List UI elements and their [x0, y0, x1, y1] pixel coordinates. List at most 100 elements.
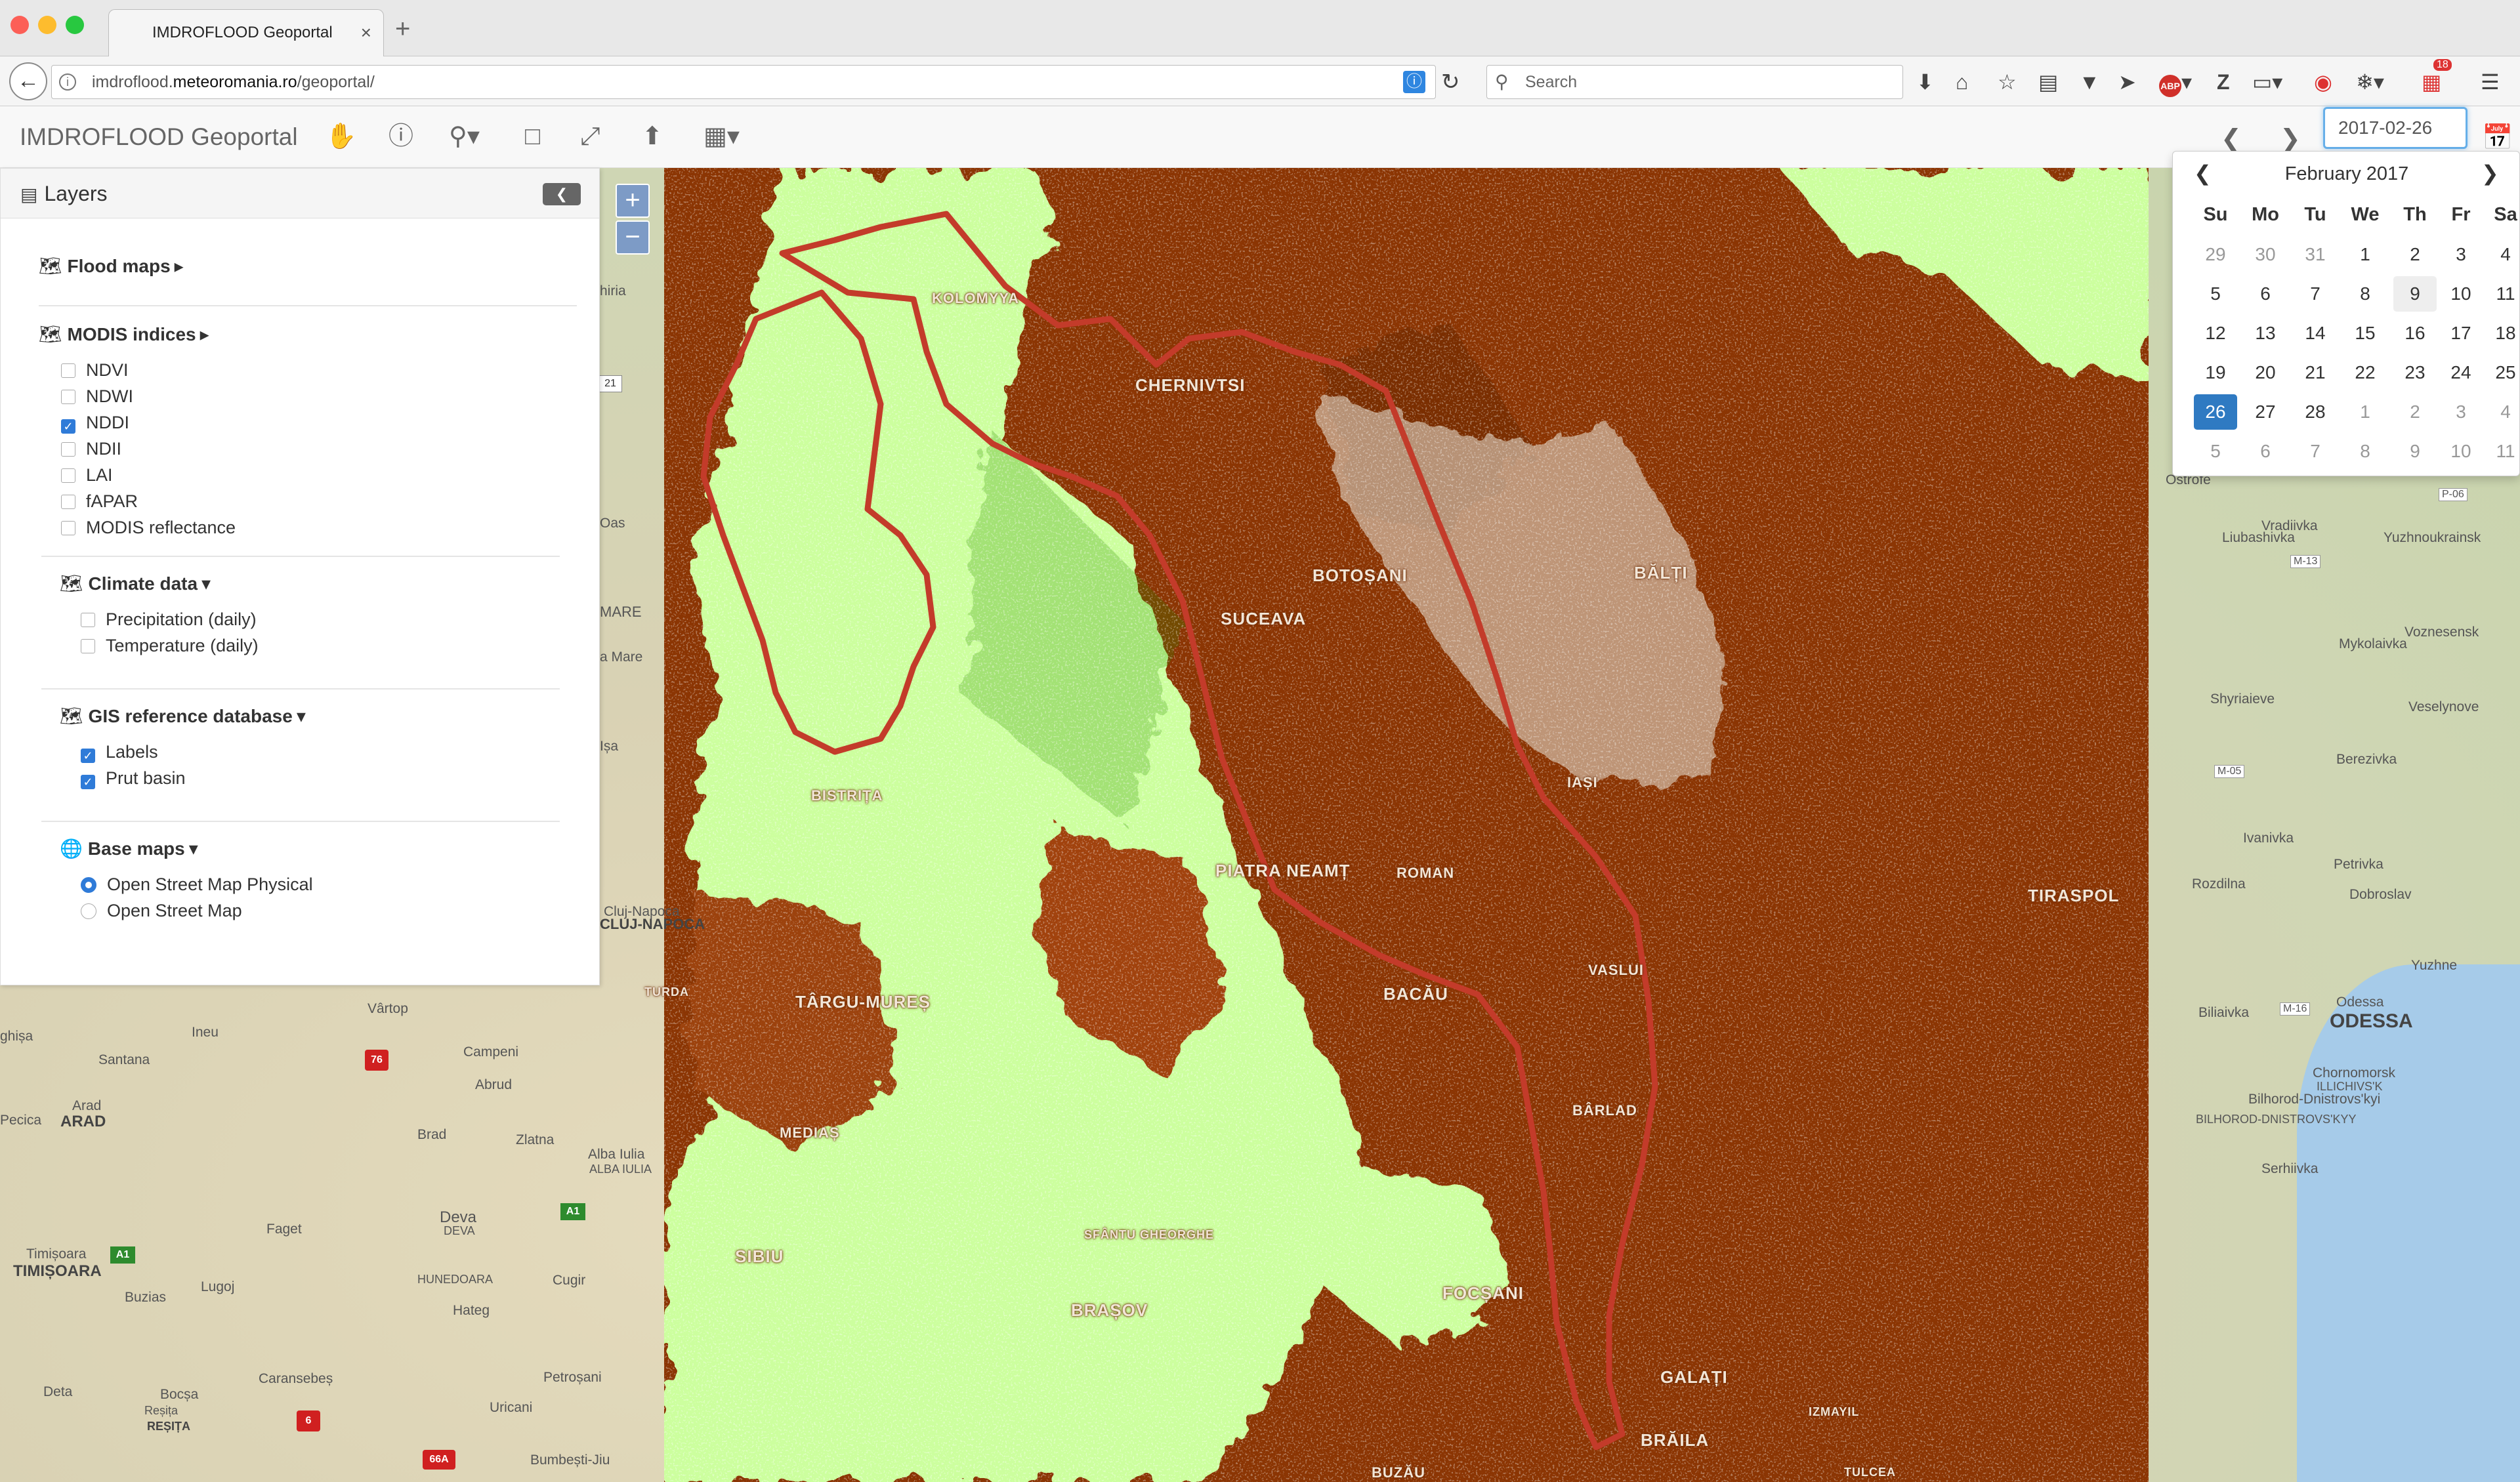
back-button[interactable]: ←: [9, 62, 47, 100]
adblock-icon[interactable]: ABP▾: [2159, 64, 2192, 100]
datepicker-day[interactable]: 10: [2439, 276, 2483, 312]
datepicker-day[interactable]: 12: [2194, 316, 2237, 351]
datepicker-day[interactable]: 25: [2484, 355, 2520, 390]
reader-mode-icon[interactable]: ⓘ: [1403, 71, 1425, 93]
group-flood-maps[interactable]: 🗺 Flood maps ▸: [39, 255, 184, 277]
browser-tab[interactable]: IMDROFLOOD Geoportal ×: [108, 9, 384, 57]
pan-hand-icon[interactable]: ✋: [326, 117, 356, 156]
checkbox[interactable]: [81, 613, 95, 627]
info-icon[interactable]: i: [59, 73, 76, 91]
layer-nddi[interactable]: ✓ NDDI: [61, 413, 129, 434]
minimize-window-icon[interactable]: [38, 16, 56, 34]
radio-selected[interactable]: [81, 877, 96, 893]
extension-icon[interactable]: ❄▾: [2356, 64, 2384, 100]
layer-labels[interactable]: ✓ Labels: [81, 742, 158, 763]
layer-precipitation[interactable]: Precipitation (daily): [81, 609, 257, 630]
url-text[interactable]: imdroflood.meteoromania.ro/geoportal/: [92, 65, 375, 99]
datepicker-day[interactable]: 21: [2294, 355, 2337, 390]
datepicker-day[interactable]: 2: [2393, 237, 2437, 272]
datepicker-day[interactable]: 2: [2393, 394, 2437, 430]
bookmark-star-icon[interactable]: ☆: [1998, 64, 2017, 100]
layer-ndvi[interactable]: NDVI: [61, 360, 129, 381]
radio[interactable]: [81, 903, 96, 919]
basemap-osm[interactable]: Open Street Map: [81, 901, 242, 921]
tab-close-icon[interactable]: ×: [361, 10, 371, 56]
datepicker-day[interactable]: 30: [2244, 237, 2287, 272]
search-input[interactable]: Search: [1486, 65, 1903, 99]
screenshot-icon[interactable]: ◉: [2314, 64, 2332, 100]
checkbox-checked[interactable]: ✓: [81, 775, 95, 789]
basemap-osm-physical[interactable]: Open Street Map Physical: [81, 875, 313, 895]
datepicker-day[interactable]: 11: [2484, 434, 2520, 469]
datepicker-day[interactable]: 1: [2343, 394, 2387, 430]
checkbox[interactable]: [61, 468, 75, 483]
checkbox-checked[interactable]: ✓: [81, 749, 95, 763]
save-icon[interactable]: ▦▾: [704, 117, 740, 156]
datepicker-day[interactable]: 26: [2194, 394, 2237, 430]
zotero-icon[interactable]: Z: [2217, 64, 2230, 100]
datepicker-day[interactable]: 16: [2393, 316, 2437, 351]
datepicker-day[interactable]: 15: [2343, 316, 2387, 351]
checkbox[interactable]: [61, 495, 75, 509]
hamburger-menu-icon[interactable]: ☰: [2481, 64, 2500, 100]
layer-fapar[interactable]: fAPAR: [61, 491, 138, 512]
datepicker-day[interactable]: 9: [2393, 434, 2437, 469]
datepicker-day[interactable]: 13: [2244, 316, 2287, 351]
group-modis-indices[interactable]: 🗺 MODIS indices ▸: [39, 323, 209, 345]
datepicker-day[interactable]: 11: [2484, 276, 2520, 312]
datepicker-day[interactable]: 6: [2244, 434, 2287, 469]
select-box-icon[interactable]: □: [525, 117, 540, 156]
maximize-window-icon[interactable]: [66, 16, 84, 34]
pocket-icon[interactable]: ▼: [2079, 64, 2100, 100]
reading-list-icon[interactable]: ▤: [2038, 64, 2058, 100]
download-icon[interactable]: ⬇: [1916, 64, 1934, 100]
layer-lai[interactable]: LAI: [61, 465, 113, 485]
upload-icon[interactable]: ⬆: [642, 117, 663, 156]
datepicker-day[interactable]: 24: [2439, 355, 2483, 390]
home-icon[interactable]: ⌂: [1956, 64, 1968, 100]
datepicker-day[interactable]: 28: [2294, 394, 2337, 430]
checkbox-checked[interactable]: ✓: [61, 419, 75, 434]
fullscreen-icon[interactable]: ⤢: [580, 117, 600, 156]
reload-icon[interactable]: ↻: [1441, 64, 1460, 100]
datepicker-day[interactable]: 3: [2439, 237, 2483, 272]
layer-modis-reflectance[interactable]: MODIS reflectance: [61, 518, 236, 538]
datepicker-day[interactable]: 29: [2194, 237, 2237, 272]
datepicker-day[interactable]: 8: [2343, 276, 2387, 312]
group-base-maps[interactable]: 🌐 Base maps ▾: [60, 838, 198, 859]
new-tab-button[interactable]: +: [395, 14, 410, 44]
document-icon[interactable]: ▭▾: [2252, 64, 2282, 100]
datepicker-day[interactable]: 4: [2484, 394, 2520, 430]
datepicker-day[interactable]: 8: [2343, 434, 2387, 469]
checkbox[interactable]: [61, 363, 75, 378]
datepicker-day[interactable]: 14: [2294, 316, 2337, 351]
datepicker-day[interactable]: 6: [2244, 276, 2287, 312]
datepicker-day[interactable]: 18: [2484, 316, 2520, 351]
layer-ndii[interactable]: NDII: [61, 439, 121, 459]
group-gis-reference[interactable]: 🗺 GIS reference database ▾: [60, 705, 306, 727]
datepicker-day[interactable]: 22: [2343, 355, 2387, 390]
close-window-icon[interactable]: [10, 16, 29, 34]
layer-temperature[interactable]: Temperature (daily): [81, 636, 259, 656]
datepicker-month[interactable]: February 2017: [2173, 163, 2520, 185]
datepicker-day[interactable]: 9: [2393, 276, 2437, 312]
datepicker-day[interactable]: 3: [2439, 394, 2483, 430]
checkbox[interactable]: [61, 442, 75, 457]
datepicker-day[interactable]: 31: [2294, 237, 2337, 272]
datepicker-day[interactable]: 19: [2194, 355, 2237, 390]
layer-prut-basin[interactable]: ✓ Prut basin: [81, 768, 186, 789]
zoom-out-button[interactable]: −: [616, 220, 650, 255]
datepicker-day[interactable]: 23: [2393, 355, 2437, 390]
next-month-icon[interactable]: ❯: [2481, 161, 2499, 186]
datepicker-day[interactable]: 27: [2244, 394, 2287, 430]
nddi-raster-layer[interactable]: [664, 168, 2149, 1482]
datepicker-day[interactable]: 5: [2194, 434, 2237, 469]
group-climate-data[interactable]: 🗺 Climate data ▾: [60, 573, 211, 594]
send-icon[interactable]: ➤: [2118, 64, 2136, 100]
checkbox[interactable]: [81, 639, 95, 653]
date-input[interactable]: 2017-02-26: [2323, 107, 2468, 149]
datepicker-day[interactable]: 17: [2439, 316, 2483, 351]
datepicker-day[interactable]: 4: [2484, 237, 2520, 272]
datepicker-day[interactable]: 10: [2439, 434, 2483, 469]
checkbox[interactable]: [61, 521, 75, 535]
